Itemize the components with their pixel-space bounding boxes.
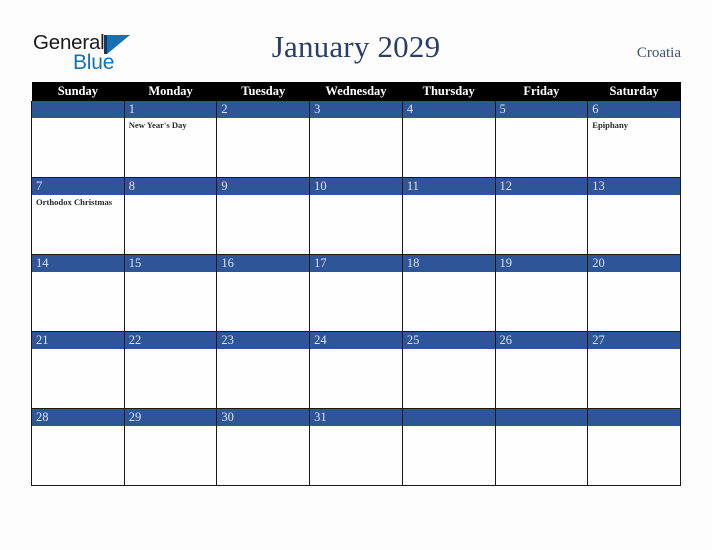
calendar-day-cell[interactable]: 23 <box>216 331 311 409</box>
day-number: 8 <box>124 178 217 195</box>
day-number: 7 <box>32 178 124 195</box>
weekday-header-monday: Monday <box>124 82 217 101</box>
day-number: 13 <box>588 178 680 195</box>
day-number <box>402 409 495 426</box>
calendar-day-cell[interactable]: 22 <box>123 331 218 409</box>
weekday-header-friday: Friday <box>495 82 588 101</box>
day-number: 6 <box>588 101 680 118</box>
calendar-day-cell[interactable]: 19 <box>494 254 589 332</box>
calendar-day-cell[interactable]: 28 <box>31 408 125 486</box>
weekday-header-tuesday: Tuesday <box>216 82 310 101</box>
calendar-day-cell[interactable]: 3 <box>309 101 403 178</box>
weekday-header-wednesday: Wednesday <box>309 82 403 101</box>
day-number: 1 <box>124 101 217 118</box>
calendar-header-row: Sunday Monday Tuesday Wednesday Thursday… <box>31 82 681 101</box>
day-number: 25 <box>402 332 495 349</box>
day-number: 15 <box>124 255 217 272</box>
calendar-day-cell[interactable]: 12 <box>494 177 589 255</box>
calendar-day-cell[interactable] <box>401 408 496 486</box>
calendar-day-cell[interactable] <box>31 101 125 178</box>
calendar-day-cell[interactable]: 8 <box>123 177 218 255</box>
day-number: 31 <box>310 409 402 426</box>
weekday-header-thursday: Thursday <box>402 82 496 101</box>
calendar-day-cell[interactable]: 15 <box>123 254 218 332</box>
page-title: January 2029 <box>271 29 441 64</box>
day-number: 16 <box>217 255 310 272</box>
day-number: 11 <box>402 178 495 195</box>
calendar-day-cell[interactable] <box>587 408 681 486</box>
day-number: 24 <box>310 332 402 349</box>
day-number: 28 <box>32 409 124 426</box>
day-number: 22 <box>124 332 217 349</box>
calendar-day-cell[interactable]: 29 <box>123 408 218 486</box>
day-number: 17 <box>310 255 402 272</box>
calendar-day-cell[interactable]: 2 <box>216 101 311 178</box>
calendar-day-cell[interactable]: 21 <box>31 331 125 409</box>
calendar-week-row: 14 15 16 17 18 19 20 <box>31 254 681 332</box>
holiday-label: Epiphany <box>592 120 629 130</box>
calendar-day-cell[interactable]: 1 New Year's Day <box>123 101 218 178</box>
day-number: 4 <box>402 101 495 118</box>
page-header: General Blue January 2029 Croatia <box>0 0 712 82</box>
day-number: 26 <box>495 332 588 349</box>
calendar-day-cell[interactable]: 4 <box>401 101 496 178</box>
calendar-day-cell[interactable]: 27 <box>587 331 681 409</box>
day-number: 20 <box>588 255 680 272</box>
day-number: 12 <box>495 178 588 195</box>
country-label: Croatia <box>636 45 681 61</box>
calendar-day-cell[interactable]: 20 <box>587 254 681 332</box>
calendar-day-cell[interactable]: 11 <box>401 177 496 255</box>
day-number: 5 <box>495 101 588 118</box>
day-number: 21 <box>32 332 124 349</box>
calendar-day-cell[interactable] <box>494 408 589 486</box>
holiday-label: Orthodox Christmas <box>36 197 113 207</box>
calendar-day-cell[interactable]: 18 <box>401 254 496 332</box>
calendar-day-cell[interactable]: 9 <box>216 177 311 255</box>
calendar-week-row: 28 29 30 31 <box>31 408 681 486</box>
calendar-day-cell[interactable]: 6 Epiphany <box>587 101 681 178</box>
day-number: 29 <box>124 409 217 426</box>
day-number: 9 <box>217 178 310 195</box>
calendar-day-cell[interactable]: 26 <box>494 331 589 409</box>
day-number: 30 <box>217 409 310 426</box>
day-number <box>588 409 680 426</box>
calendar-day-cell[interactable]: 7 Orthodox Christmas <box>31 177 125 255</box>
calendar-day-cell[interactable]: 5 <box>494 101 589 178</box>
calendar-week-row: 7 Orthodox Christmas 8 9 10 11 12 13 <box>31 177 681 255</box>
day-number: 2 <box>217 101 310 118</box>
day-number: 27 <box>588 332 680 349</box>
weekday-header-sunday: Sunday <box>31 82 125 101</box>
calendar-day-cell[interactable]: 16 <box>216 254 311 332</box>
day-number: 23 <box>217 332 310 349</box>
day-number: 3 <box>310 101 402 118</box>
day-number: 19 <box>495 255 588 272</box>
day-number: 10 <box>310 178 402 195</box>
calendar-week-row: 1 New Year's Day 2 3 4 5 6 Epiphany <box>31 101 681 178</box>
day-number: 18 <box>402 255 495 272</box>
calendar-day-cell[interactable]: 13 <box>587 177 681 255</box>
day-number <box>32 101 124 118</box>
calendar-day-cell[interactable]: 25 <box>401 331 496 409</box>
calendar-day-cell[interactable]: 14 <box>31 254 125 332</box>
holiday-label: New Year's Day <box>128 120 187 130</box>
calendar-day-cell[interactable]: 30 <box>216 408 311 486</box>
calendar-day-cell[interactable]: 24 <box>309 331 403 409</box>
calendar-day-cell[interactable]: 31 <box>309 408 403 486</box>
calendar-week-row: 21 22 23 24 25 26 27 <box>31 331 681 409</box>
calendar-day-cell[interactable]: 17 <box>309 254 403 332</box>
calendar-body: 1 New Year's Day 2 3 4 5 6 Epiphany 7 Orthodox Ch… <box>31 101 681 486</box>
weekday-header-saturday: Saturday <box>587 82 681 101</box>
calendar-day-cell[interactable]: 10 <box>309 177 403 255</box>
day-number: 14 <box>32 255 124 272</box>
day-number <box>495 409 588 426</box>
calendar-grid: Sunday Monday Tuesday Wednesday Thursday… <box>31 82 681 486</box>
